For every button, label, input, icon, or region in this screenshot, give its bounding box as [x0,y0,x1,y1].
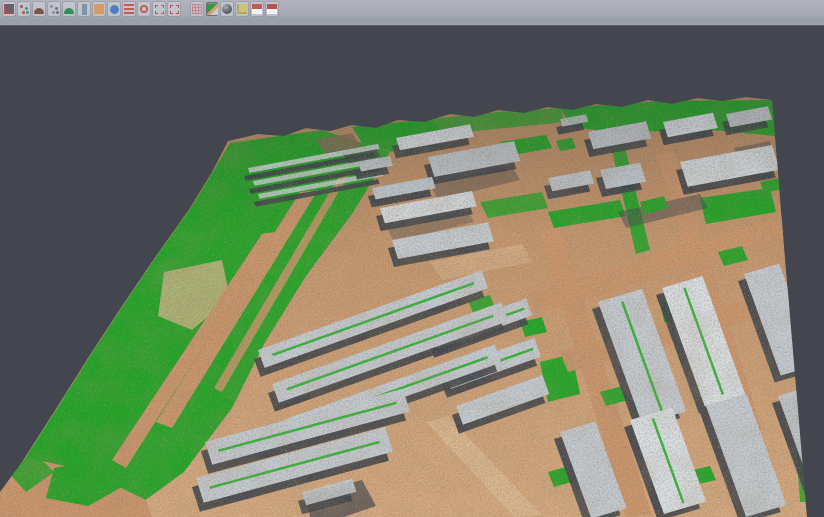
sphere-icon[interactable] [221,2,233,16]
red-selection-icon-glyph [155,5,164,14]
red-ring-icon[interactable] [138,2,150,16]
main-toolbar [0,0,824,26]
green-hill-icon-glyph [64,8,74,14]
red-lines-icon[interactable] [123,2,135,16]
globe-icon[interactable] [108,2,120,16]
red-crop-icon[interactable] [168,2,180,16]
depth-fade [0,95,824,235]
globe-icon-glyph [110,5,119,14]
gray-points-icon-glyph [50,5,53,8]
colored-points-icon[interactable] [18,2,30,16]
yellow-tile-icon-glyph [237,4,247,14]
point-cloud-render [0,0,824,517]
red-white-flag-icon-glyph [252,4,262,14]
red-crop-icon-glyph [170,5,179,14]
gray-points-icon[interactable] [48,2,60,16]
brown-hill-icon[interactable] [33,2,45,16]
column-icon[interactable] [78,2,90,16]
classification-icon-glyph [207,4,218,15]
red-ring-icon-glyph [140,5,148,13]
application-window [0,0,824,517]
orange-square-icon-glyph [94,4,104,14]
dark-tile-icon[interactable] [3,2,15,16]
sphere-icon-glyph [222,4,232,14]
dark-tile-icon-glyph [4,4,14,14]
orange-square-icon[interactable] [93,2,105,16]
classification-icon[interactable] [206,2,218,16]
green-hill-icon[interactable] [63,2,75,16]
pink-grid-icon[interactable] [191,2,203,16]
pink-grid-icon-glyph [192,4,202,14]
yellow-tile-icon[interactable] [236,2,248,16]
red-white-tile-icon-glyph [267,4,277,14]
column-icon-glyph [82,4,87,15]
toolbar-separator [183,2,191,16]
viewport-3d[interactable] [0,27,824,517]
colored-points-icon-glyph [20,5,23,8]
red-white-tile-icon[interactable] [266,2,278,16]
red-white-flag-icon[interactable] [251,2,263,16]
brown-hill-icon-glyph [34,8,44,14]
red-selection-icon[interactable] [153,2,165,16]
red-lines-icon-glyph [124,4,134,14]
